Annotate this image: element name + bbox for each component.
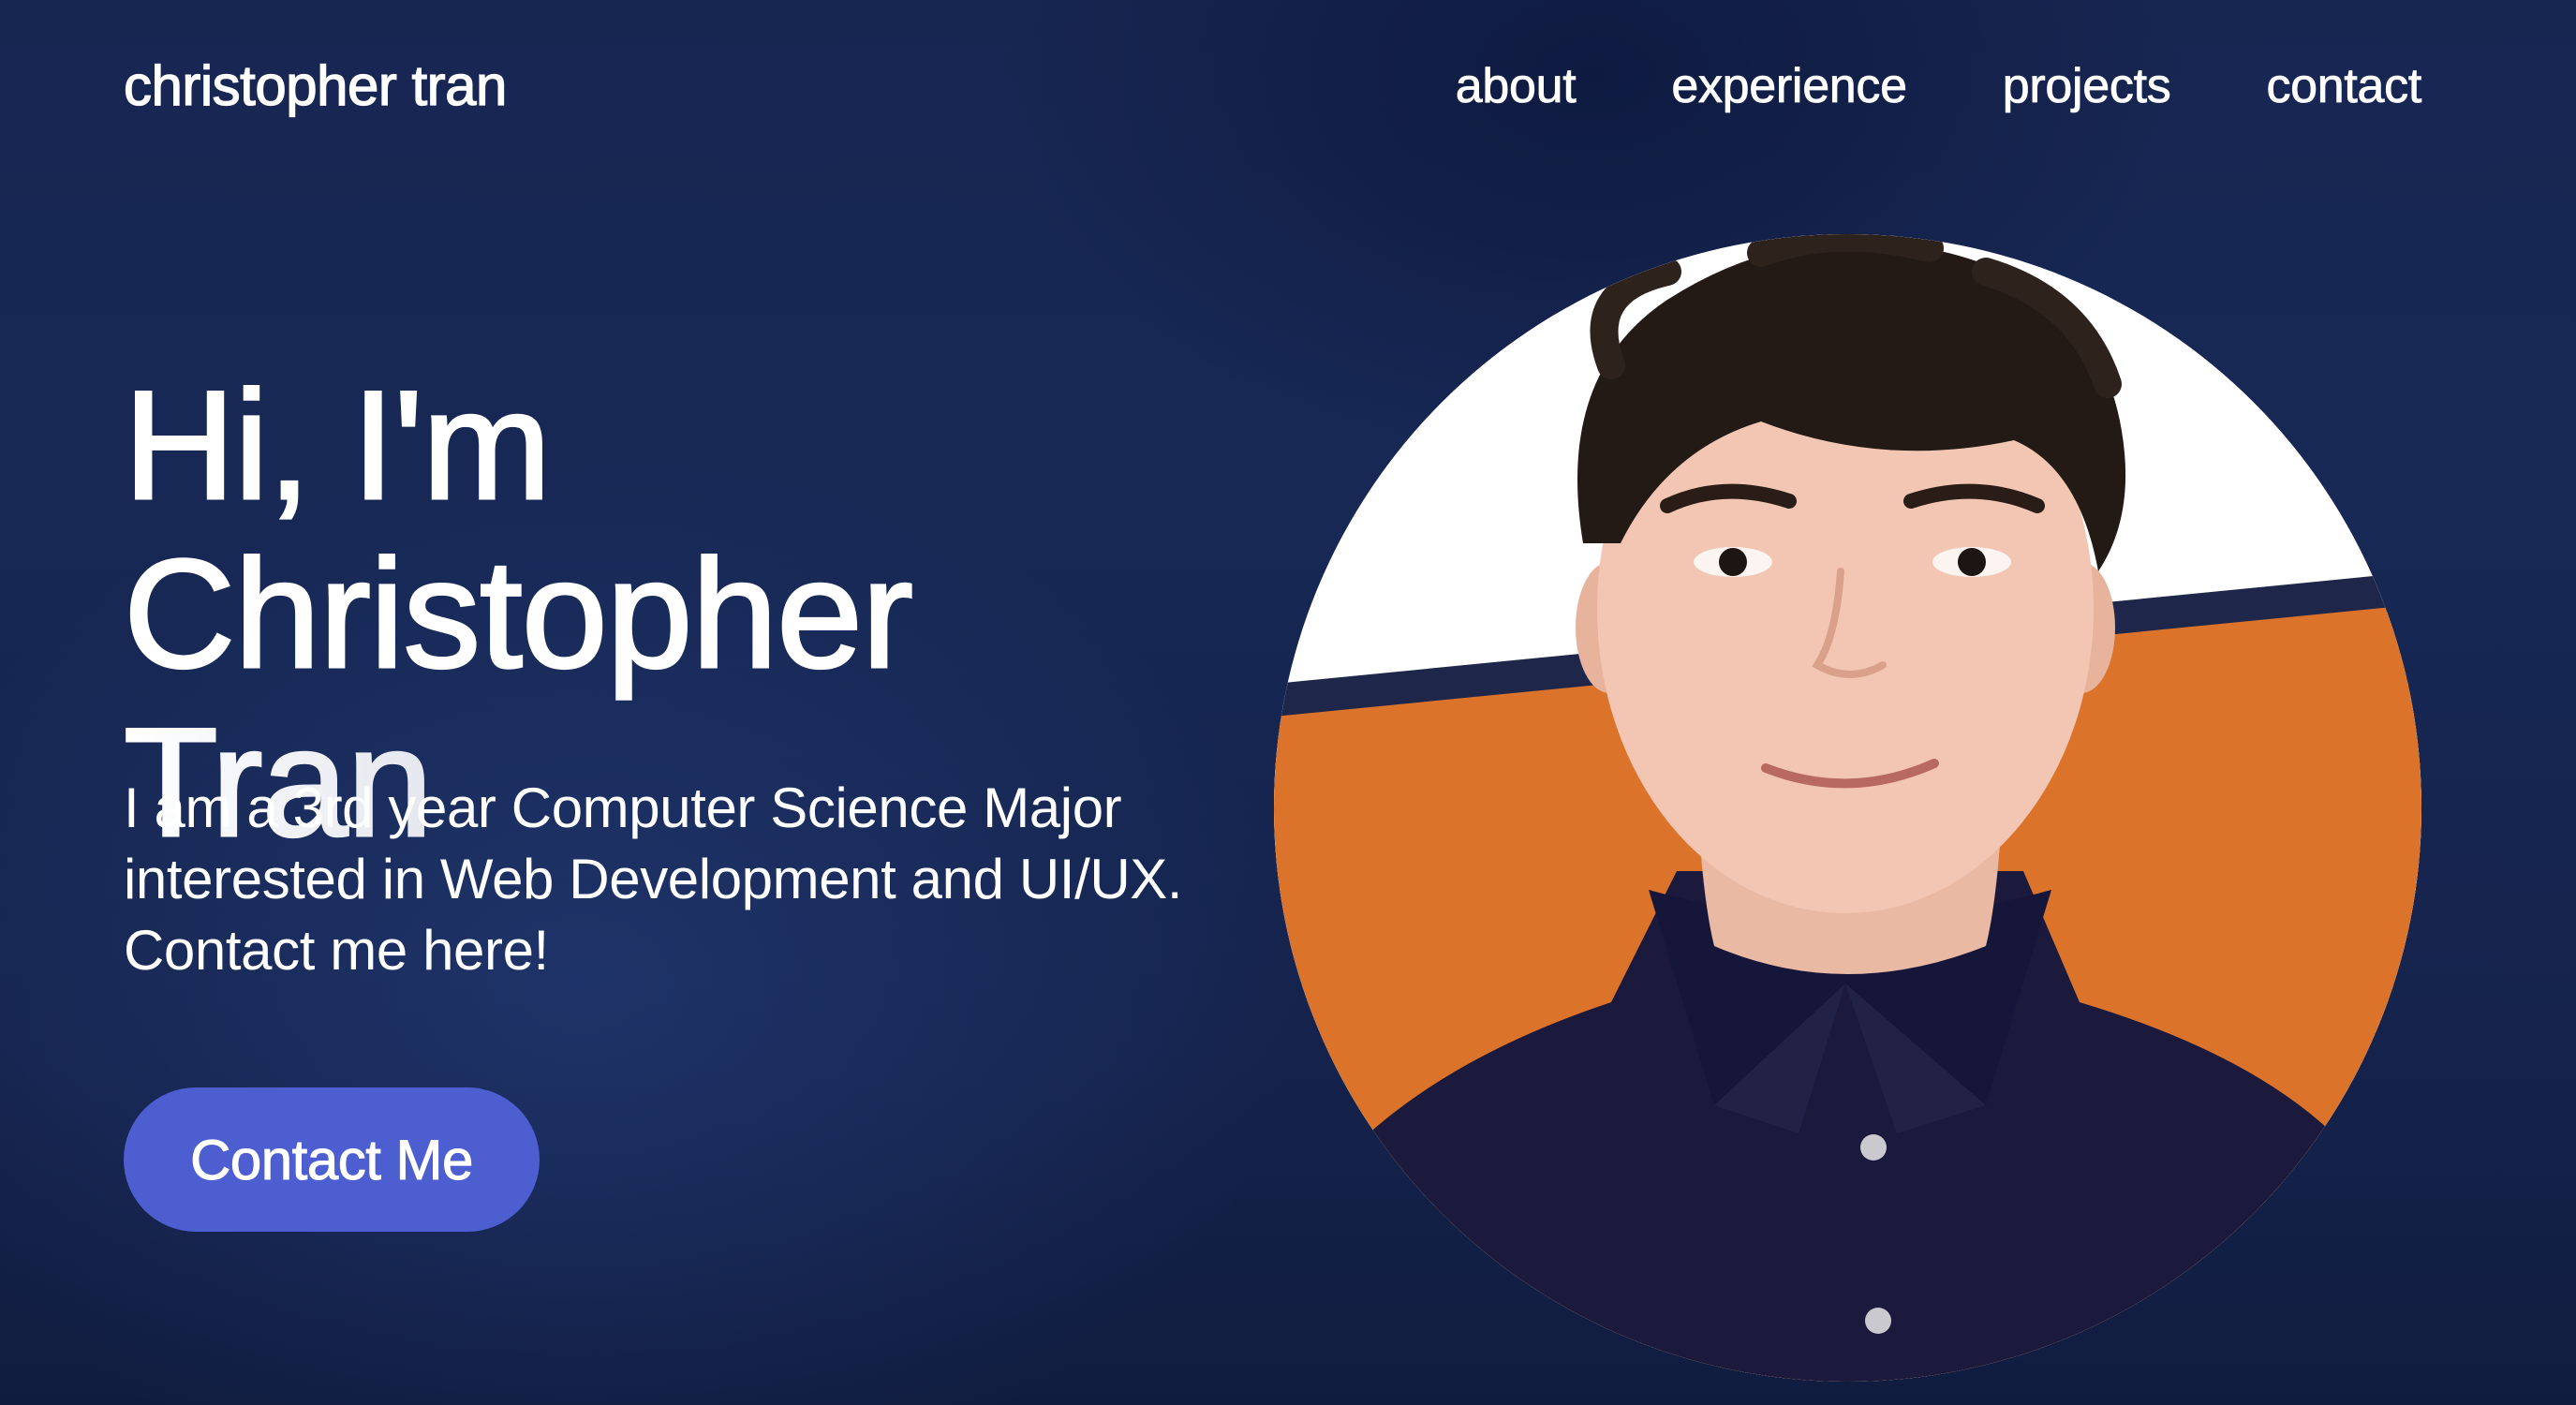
main-nav: about experience projects contact	[1455, 49, 2422, 124]
nav-link-projects[interactable]: projects	[2002, 58, 2171, 114]
nav-link-contact[interactable]: contact	[2266, 58, 2422, 114]
hero-greeting: Hi, I'm	[123, 359, 553, 531]
site-header: christopher tran about experience projec…	[0, 0, 2576, 178]
contact-me-button[interactable]: Contact Me	[124, 1087, 540, 1232]
hero-description: I am a 3rd year Computer Science Major i…	[124, 776, 1183, 982]
nav-link-about[interactable]: about	[1455, 58, 1577, 114]
hero-section: Hi, I'm Christopher Tran I am a 3rd year…	[123, 359, 1323, 983]
brand-logo-text[interactable]: christopher tran	[123, 49, 508, 124]
nav-link-experience[interactable]: experience	[1671, 58, 1907, 114]
hero-name-first: Christopher	[123, 527, 915, 700]
profile-photo	[1274, 234, 2421, 1382]
